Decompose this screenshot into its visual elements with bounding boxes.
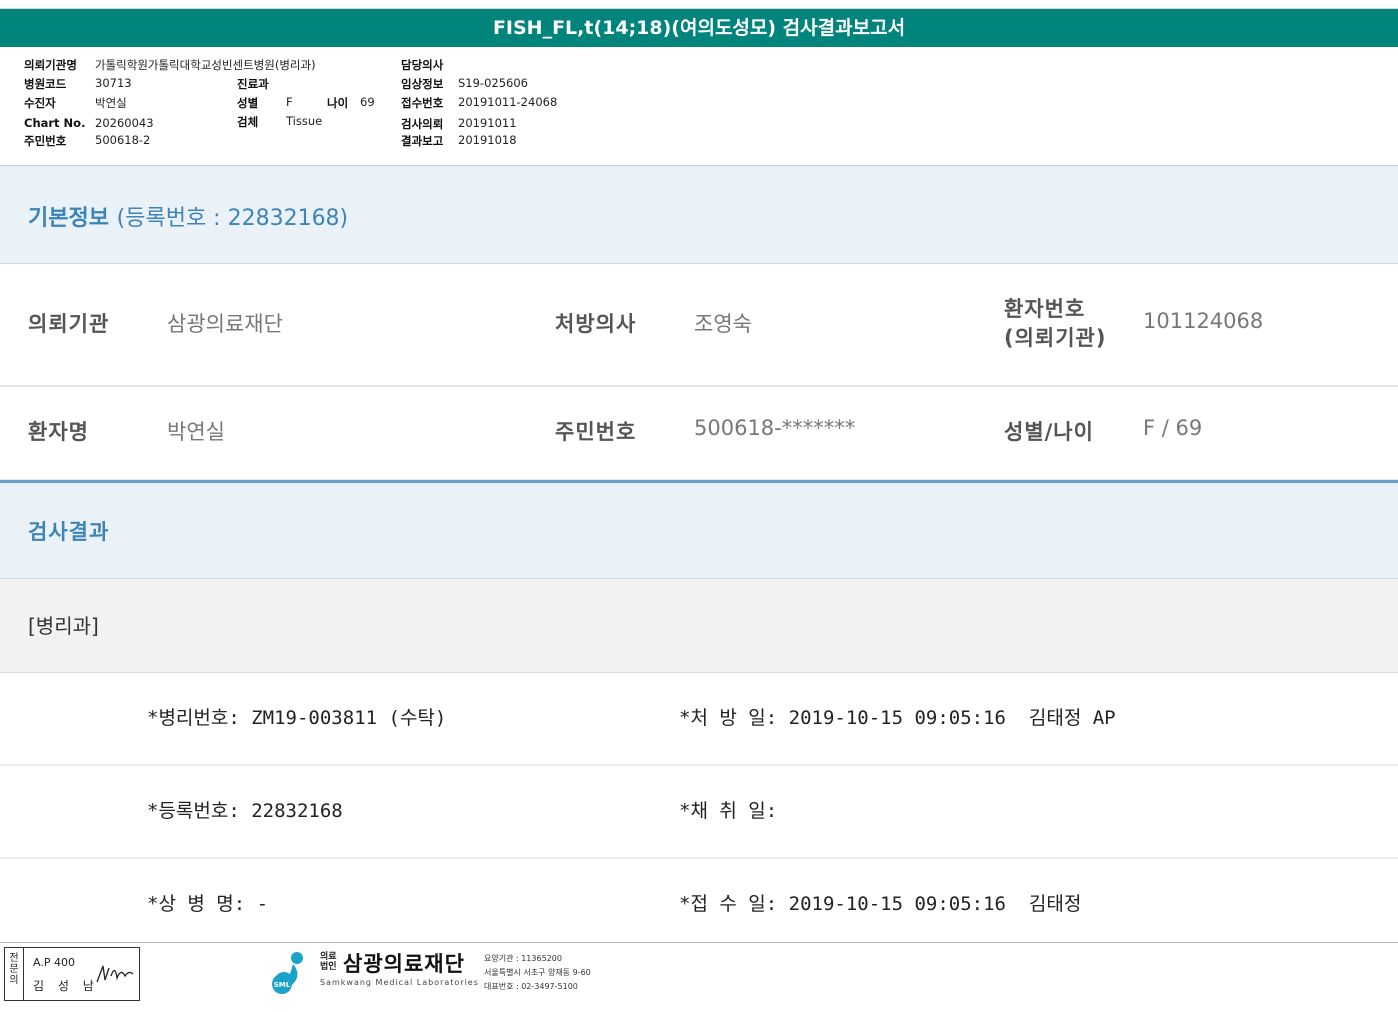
- receipt-label: 접수번호: [401, 96, 444, 110]
- doctor-label: 담당의사: [401, 58, 444, 72]
- pathology-number: *병리번호: ZM19-003811 (수탁): [147, 707, 447, 729]
- receipt-date: *접 수 일: 2019-10-15 09:05:16 김태정: [679, 893, 1082, 915]
- idnum-label: 주민번호: [24, 134, 67, 148]
- result-section: 검사결과: [0, 483, 1398, 579]
- age-label: 나이: [327, 96, 349, 110]
- prescriber-value: 조영숙: [694, 312, 752, 336]
- specimen-value: Tissue: [286, 114, 323, 128]
- clinical-label: 임상정보: [401, 77, 444, 91]
- patient-number-sublabel: (의뢰기관): [1004, 326, 1107, 350]
- org-type-2: 법인: [320, 962, 337, 972]
- hospcode-label: 병원코드: [24, 77, 67, 91]
- stamp-code: A.P 400: [33, 956, 75, 969]
- report-header: 의뢰기관명 가톨릭학원가톨릭대학교성빈센트병원(병리과) 병원코드 30713 …: [0, 48, 1398, 166]
- stamp-side-label: 전문의: [5, 948, 24, 1000]
- org-type-1: 의료: [320, 952, 337, 962]
- sex-age-value: F / 69: [1143, 416, 1203, 440]
- org-code: 요양기관 : 11365200: [484, 954, 562, 963]
- requester-label: 의뢰기관명: [24, 58, 77, 72]
- result-row: *상 병 명: - *접 수 일: 2019-10-15 09:05:16 김태…: [0, 859, 1398, 931]
- org-name: 삼광의료재단: [343, 952, 465, 976]
- dept-label: 진료과: [237, 77, 269, 91]
- org-type: 의료 법인: [320, 952, 337, 972]
- result-registration-number: *등록번호: 22832168: [147, 800, 343, 822]
- prescriber-label: 처방의사: [555, 312, 637, 336]
- stamp-name: 김 성 남: [33, 979, 99, 993]
- specimen-label: 검체: [237, 115, 259, 129]
- testreq-label: 검사의뢰: [401, 117, 444, 131]
- signature-icon: [96, 965, 134, 983]
- registration-number: (등록번호 : 22832168): [116, 206, 349, 231]
- stamp-side-text: 전문의: [9, 953, 19, 986]
- requester-value: 가톨릭학원가톨릭대학교성빈센트병원(병리과): [95, 58, 316, 72]
- resident-number-label: 주민번호: [555, 420, 637, 444]
- receipt-value: 20191011-24068: [458, 95, 558, 109]
- collection-date: *채 취 일:: [679, 800, 778, 822]
- org-phone: 대표번호 : 02-3497-5100: [484, 982, 578, 991]
- basic-info-row-2: 환자명 박연실 주민번호 500618-******* 성별/나이 F / 69: [0, 387, 1398, 481]
- patient-number-value: 101124068: [1143, 309, 1264, 333]
- org-address: 서울특별시 서초구 양재동 9-60: [484, 968, 591, 977]
- sex-value: F: [286, 95, 293, 109]
- requester-org-value: 삼광의료재단: [167, 312, 283, 336]
- prescription-date: *처 방 일: 2019-10-15 09:05:16 김태정 AP: [679, 707, 1116, 729]
- requester-org-label: 의뢰기관: [28, 312, 110, 336]
- org-info: 요양기관 : 11365200 서울특별시 서초구 양재동 9-60 대표번호 …: [484, 952, 591, 994]
- department-row: [병리과]: [0, 579, 1398, 673]
- basic-info-section: 기본정보 (등록번호 : 22832168): [0, 166, 1398, 264]
- report-title: FISH_FL,t(14;18)(여의도성모) 검사결과보고서: [0, 9, 1398, 47]
- diagnosis-name: *상 병 명: -: [147, 893, 269, 915]
- testreq-value: 20191011: [458, 116, 517, 130]
- sex-label: 성별: [237, 96, 259, 110]
- basic-info-row-1: 의뢰기관 삼광의료재단 처방의사 조영숙 환자번호 (의뢰기관) 1011240…: [0, 264, 1398, 387]
- result-row: *병리번호: ZM19-003811 (수탁) *처 방 일: 2019-10-…: [0, 673, 1398, 766]
- report-date-label: 결과보고: [401, 134, 444, 148]
- age-value: 69: [360, 95, 375, 109]
- org-english-name: Samkwang Medical Laboratories: [320, 978, 479, 987]
- hospcode-value: 30713: [95, 76, 132, 90]
- sml-logo-icon: SML: [272, 952, 303, 994]
- clinical-value: S19-025606: [458, 76, 528, 90]
- logo-text: SML: [274, 981, 291, 989]
- sex-age-label: 성별/나이: [1004, 420, 1094, 444]
- resident-number-value: 500618-*******: [694, 416, 856, 440]
- patient-label: 수진자: [24, 96, 56, 110]
- chart-value: 20260043: [95, 116, 154, 130]
- patient-value: 박연실: [95, 96, 127, 110]
- result-title: 검사결과: [28, 520, 110, 544]
- footer-divider: [0, 942, 1398, 943]
- basic-info-heading: 기본정보: [28, 206, 109, 231]
- patient-name-value: 박연실: [167, 420, 225, 444]
- patient-name-label: 환자명: [28, 420, 89, 444]
- chart-label: Chart No.: [24, 116, 86, 130]
- patient-number-label: 환자번호: [1004, 297, 1086, 321]
- idnum-value: 500618-2: [95, 133, 151, 147]
- top-border: [0, 0, 1398, 9]
- result-row: *등록번호: 22832168 *채 취 일:: [0, 766, 1398, 859]
- basic-info-title: 기본정보 (등록번호 : 22832168): [28, 200, 348, 232]
- specialist-stamp: 전문의 A.P 400 김 성 남: [4, 947, 140, 1001]
- department-label: [병리과]: [28, 614, 99, 638]
- report-date-value: 20191018: [458, 133, 517, 147]
